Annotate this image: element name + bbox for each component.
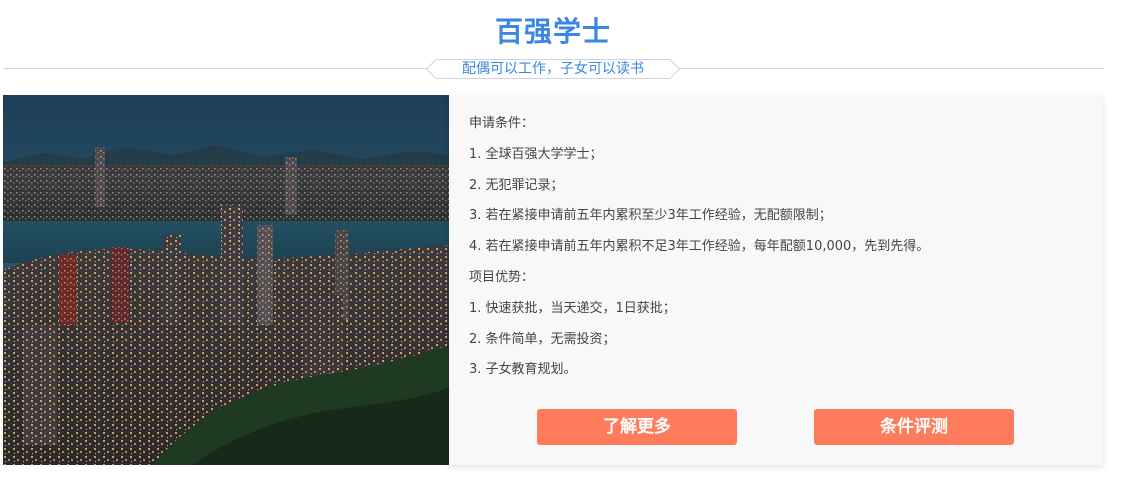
- list-item: 4. 若在紧接申请前五年内累积不足3年工作经验，每年配额10,000，先到先得。: [469, 239, 930, 255]
- page-subtitle: 配偶可以工作，子女可以读书: [462, 61, 644, 77]
- list-item: 2. 无犯罪记录；: [469, 177, 564, 193]
- list-item: 3. 子女教育规划。: [469, 362, 577, 378]
- list-item: 1. 全球百强大学学士；: [469, 146, 603, 162]
- section-heading-advantages: 项目优势：: [469, 269, 535, 285]
- program-details-list: 申请条件： 1. 全球百强大学学士； 2. 无犯罪记录； 3. 若在紧接申请前五…: [469, 112, 929, 389]
- program-section: 百强学士 配偶可以工作，子女可以读书 申请条件： 1. 全球百强大学学士； 2.…: [0, 0, 1128, 485]
- skyline-illustration: [3, 95, 449, 465]
- subtitle-ribbon: 配偶可以工作，子女可以读书: [426, 59, 680, 79]
- section-heading-conditions: 申请条件：: [469, 116, 535, 131]
- program-info-panel: 申请条件： 1. 全球百强大学学士； 2. 无犯罪记录； 3. 若在紧接申请前五…: [449, 95, 1103, 465]
- list-item: 1. 快速获批，当天递交，1日获批；: [469, 300, 676, 316]
- page-title: 百强学士: [494, 15, 611, 48]
- assessment-button[interactable]: 条件评测: [814, 409, 1014, 445]
- list-item: 3. 若在紧接申请前五年内累积至少3年工作经验，无配额限制；: [469, 208, 832, 224]
- list-item: 2. 条件简单，无需投资；: [469, 331, 616, 347]
- hong-kong-night-skyline-image: [3, 95, 449, 465]
- learn-more-button[interactable]: 了解更多: [537, 409, 737, 445]
